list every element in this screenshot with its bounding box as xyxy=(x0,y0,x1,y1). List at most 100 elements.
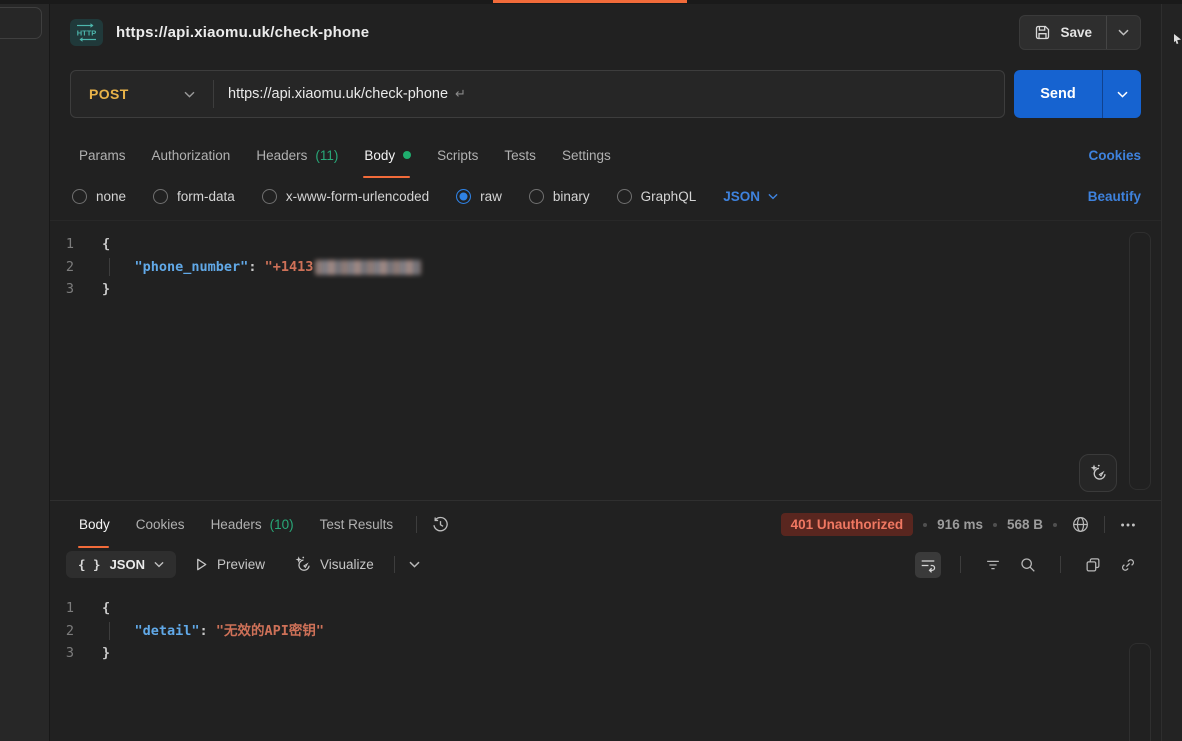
line-number: 2 xyxy=(50,620,102,643)
save-icon xyxy=(1034,24,1051,41)
code-line: 1{ xyxy=(50,597,1161,620)
request-title: https://api.xiaomu.uk/check-phone xyxy=(116,24,369,41)
body-type-radio[interactable]: raw xyxy=(456,189,502,204)
editor-scrollbar[interactable] xyxy=(1129,643,1151,741)
right-sidebar-edge xyxy=(1161,0,1182,741)
body-type-radio[interactable]: GraphQL xyxy=(617,189,697,204)
search-icon xyxy=(1019,556,1037,574)
code-line: 2 "detail": "无效的API密钥" xyxy=(50,620,1161,643)
url-input[interactable]: https://api.xiaomu.uk/check-phone ↵ xyxy=(214,86,1004,102)
tab-count: (11) xyxy=(315,148,338,163)
code-line: 3} xyxy=(50,642,1161,665)
filter-button[interactable] xyxy=(980,552,1006,578)
copy-icon xyxy=(1084,556,1102,574)
tab-label: Scripts xyxy=(437,148,478,163)
separator-dot xyxy=(993,523,997,527)
request-tabs: Params Authorization Headers (11) xyxy=(50,132,1161,178)
request-tab[interactable]: Body xyxy=(351,132,424,178)
tab-label: Body xyxy=(364,148,395,163)
save-options-chevron-button[interactable] xyxy=(1106,16,1140,49)
request-tab[interactable]: Authorization xyxy=(139,132,244,178)
line-number: 1 xyxy=(50,597,102,620)
response-body-editor[interactable]: 1{2 "detail": "无效的API密钥"3} xyxy=(50,589,1161,741)
request-tab[interactable]: Settings xyxy=(549,132,624,178)
chevron-down-icon xyxy=(768,193,778,200)
wrap-text-button[interactable] xyxy=(915,552,941,578)
divider xyxy=(1060,556,1061,573)
postbot-sparkle-icon xyxy=(1088,463,1108,483)
tab-label: Params xyxy=(79,148,126,163)
body-type-radio[interactable]: binary xyxy=(529,189,590,204)
link-button[interactable] xyxy=(1115,552,1141,578)
beautify-link[interactable]: Beautify xyxy=(1088,189,1141,204)
modified-dot xyxy=(403,151,411,159)
language-dropdown[interactable]: JSON xyxy=(723,189,778,204)
tab-count: (10) xyxy=(270,517,294,532)
chevron-down-icon xyxy=(1117,91,1128,98)
line-number: 3 xyxy=(50,642,102,665)
response-format-dropdown[interactable]: { } JSON xyxy=(66,551,176,578)
code-line: 2 "phone_number": "+1413 xyxy=(50,256,1161,279)
collapse-toolbar-chevron[interactable] xyxy=(405,557,424,572)
request-tab[interactable]: Params xyxy=(66,132,139,178)
response-history-button[interactable] xyxy=(427,511,454,538)
radio-label: GraphQL xyxy=(641,189,697,204)
cookies-link[interactable]: Cookies xyxy=(1088,148,1141,163)
response-toolbar-right xyxy=(915,552,1141,578)
request-tab[interactable]: Scripts xyxy=(424,132,491,178)
request-builder-row: POST https://api.xiaomu.uk/check-phone ↵… xyxy=(50,60,1161,132)
sidebar-partial-control[interactable] xyxy=(0,7,42,39)
body-type-radio[interactable]: none xyxy=(72,189,126,204)
code-line: 3} xyxy=(50,278,1161,301)
response-more-actions-button[interactable] xyxy=(1115,512,1141,538)
request-tab[interactable]: Headers (11) xyxy=(243,132,351,178)
request-tab[interactable]: Tests xyxy=(491,132,549,178)
save-split-button: Save xyxy=(1019,15,1141,50)
copy-button[interactable] xyxy=(1080,552,1106,578)
active-tab-indicator xyxy=(493,0,687,3)
radio-circle-icon xyxy=(529,189,544,204)
code-line-content[interactable]: } xyxy=(102,278,110,301)
divider xyxy=(416,516,417,533)
visualize-button[interactable]: Visualize xyxy=(283,549,384,580)
response-time[interactable]: 916 ms xyxy=(937,517,983,532)
code-line-content[interactable]: "phone_number": "+1413 xyxy=(102,256,421,279)
radio-label: raw xyxy=(480,189,502,204)
separator-dot xyxy=(923,523,927,527)
app-window: HTTP https://api.xiaomu.uk/check-phone S… xyxy=(0,0,1182,741)
code-line-content[interactable]: { xyxy=(102,233,110,256)
method-selector[interactable]: POST xyxy=(71,86,213,102)
line-number: 2 xyxy=(50,256,102,279)
radio-label: x-www-form-urlencoded xyxy=(286,189,429,204)
code-line: 1{ xyxy=(50,233,1161,256)
body-type-radio[interactable]: form-data xyxy=(153,189,235,204)
response-size[interactable]: 568 B xyxy=(1007,517,1043,532)
preview-play-icon xyxy=(194,557,209,572)
send-options-chevron-button[interactable] xyxy=(1102,70,1141,118)
radio-label: none xyxy=(96,189,126,204)
tab-label: Headers xyxy=(211,517,262,532)
visualize-sparkle-icon xyxy=(293,555,312,574)
network-info-button[interactable] xyxy=(1067,511,1094,538)
response-tab[interactable]: Test Results xyxy=(307,501,407,548)
save-button[interactable]: Save xyxy=(1020,16,1106,49)
search-button[interactable] xyxy=(1015,552,1041,578)
response-tab[interactable]: Body xyxy=(66,501,123,548)
code-line-content[interactable]: { xyxy=(102,597,110,620)
code-line-content[interactable]: } xyxy=(102,642,110,665)
preview-button[interactable]: Preview xyxy=(184,551,275,578)
status-badge[interactable]: 401 Unauthorized xyxy=(781,513,914,536)
request-body-editor[interactable]: 1{2 "phone_number": "+14133} xyxy=(50,220,1161,500)
response-tab[interactable]: Headers (10) xyxy=(198,501,307,548)
send-button[interactable]: Send xyxy=(1014,70,1102,118)
body-type-radio[interactable]: x-www-form-urlencoded xyxy=(262,189,429,204)
code-line-content[interactable]: "detail": "无效的API密钥" xyxy=(102,620,324,643)
url-box: POST https://api.xiaomu.uk/check-phone ↵ xyxy=(70,70,1005,118)
postbot-button[interactable] xyxy=(1079,454,1117,492)
response-tab[interactable]: Cookies xyxy=(123,501,198,548)
chevron-down-icon xyxy=(184,91,195,98)
divider xyxy=(394,556,395,573)
editor-scrollbar[interactable] xyxy=(1129,232,1151,490)
tab-label: Test Results xyxy=(320,517,394,532)
language-label: JSON xyxy=(723,189,760,204)
